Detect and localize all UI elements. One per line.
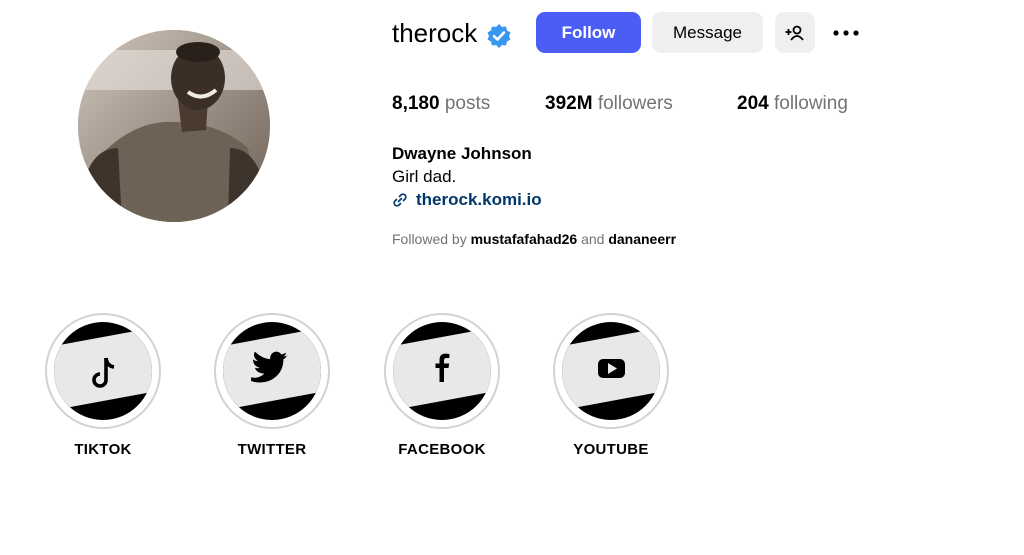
followers-label: followers: [597, 93, 673, 114]
posts-label: posts: [444, 93, 491, 114]
highlight-label: FACEBOOK: [398, 441, 486, 458]
profile-bio: Girl dad.: [392, 167, 457, 186]
followers-link[interactable]: 392M followers: [545, 91, 673, 117]
posts-count: 8,180 posts: [392, 91, 490, 117]
highlight-twitter[interactable]: TWITTER: [214, 313, 330, 458]
highlight-ring: [214, 313, 330, 429]
highlight-youtube[interactable]: YOUTUBE: [553, 313, 669, 458]
link-icon: [393, 193, 407, 207]
highlight-ring: [553, 313, 669, 429]
profile-avatar[interactable]: [78, 30, 270, 222]
followed-by-text[interactable]: Followed by mustafafahad26 and dananeerr: [392, 229, 676, 249]
twitter-icon: [223, 328, 321, 410]
facebook-icon: [393, 328, 491, 410]
more-options-icon[interactable]: [831, 24, 861, 42]
highlight-facebook[interactable]: FACEBOOK: [384, 313, 500, 458]
message-button[interactable]: Message: [652, 12, 763, 53]
profile-username: therock: [392, 18, 478, 48]
highlight-label: TWITTER: [237, 441, 307, 458]
following-label: following: [773, 93, 848, 114]
posts-number: 8,180: [392, 93, 440, 114]
following-number: 204: [737, 93, 769, 114]
followed-by-prefix: Followed by: [392, 231, 467, 247]
highlight-label: YOUTUBE: [573, 441, 649, 458]
highlight-tiktok[interactable]: TIKTOK: [45, 313, 161, 458]
youtube-icon: [562, 328, 660, 410]
follow-button[interactable]: Follow: [536, 12, 641, 53]
following-link[interactable]: 204 following: [737, 91, 848, 117]
verified-badge-icon: [487, 24, 511, 48]
follower-user-2[interactable]: dananeerr: [608, 231, 676, 247]
profile-website-link[interactable]: therock.komi.io: [392, 188, 542, 212]
profile-photo: [78, 30, 270, 222]
highlight-ring: [45, 313, 161, 429]
follower-user-1[interactable]: mustafafahad26: [471, 231, 578, 247]
profile-full-name: Dwayne Johnson: [392, 144, 532, 163]
suggest-similar-button[interactable]: [775, 12, 815, 53]
highlight-ring: [384, 313, 500, 429]
followed-by-conjunction: and: [581, 231, 605, 247]
add-person-icon: [785, 25, 804, 41]
followers-number: 392M: [545, 93, 593, 114]
highlight-label: TIKTOK: [74, 441, 132, 458]
website-url: therock.komi.io: [416, 190, 542, 209]
tiktok-icon: [54, 328, 152, 410]
